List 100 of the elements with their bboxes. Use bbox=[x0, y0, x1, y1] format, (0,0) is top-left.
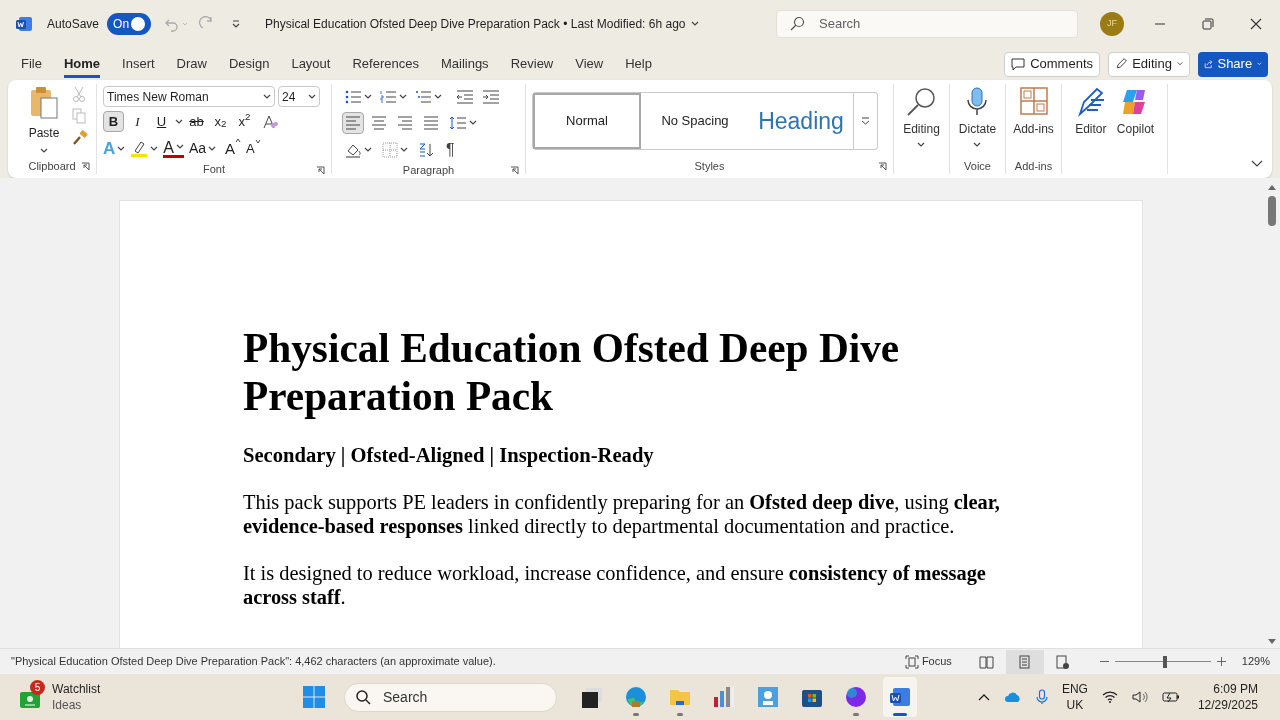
style-item[interactable]: Heading bbox=[749, 93, 853, 149]
chevron-up-icon[interactable] bbox=[977, 693, 990, 701]
caret-up-icon bbox=[235, 137, 242, 143]
more-icon bbox=[861, 117, 870, 125]
group-label: Voice bbox=[964, 158, 991, 174]
ribbon-tab[interactable]: Help bbox=[625, 50, 652, 78]
microphone-icon[interactable] bbox=[1035, 689, 1048, 705]
caret-icon bbox=[1176, 61, 1183, 67]
shrink-font-button[interactable]: A bbox=[246, 139, 261, 159]
chart-widget-icon[interactable] bbox=[20, 690, 40, 708]
word-count-text: "Physical Education Ofsted Deep Dive Preparation Pack": 4,462 characters (an approximate value). bbox=[11, 654, 496, 670]
ribbon-tab[interactable]: References bbox=[352, 50, 419, 78]
addins-button[interactable]: Add-ins bbox=[1010, 86, 1057, 138]
caret-icon bbox=[469, 120, 477, 126]
format-button[interactable]: B bbox=[103, 111, 124, 132]
collapse-ribbon-icon[interactable] bbox=[1251, 160, 1263, 168]
highlight-button[interactable] bbox=[130, 139, 159, 158]
show-formatting-button[interactable]: ¶ bbox=[442, 138, 459, 162]
font-color-button[interactable]: A bbox=[163, 139, 184, 158]
caret-icon bbox=[308, 93, 316, 100]
contact-card-icon bbox=[756, 685, 780, 709]
group-label: Clipboard bbox=[28, 158, 76, 174]
ribbon-tab[interactable]: Design bbox=[228, 50, 270, 78]
ribbon-tab[interactable]: Review bbox=[510, 50, 554, 78]
font-size-field[interactable]: 24 bbox=[278, 86, 320, 107]
language-indicator[interactable]: ENG bbox=[1061, 681, 1088, 697]
align-left-button[interactable] bbox=[342, 112, 364, 134]
caret-icon bbox=[117, 145, 126, 152]
ribbon-tab[interactable]: File bbox=[21, 50, 42, 78]
scroll-up-icon[interactable] bbox=[1268, 184, 1276, 190]
format-button[interactable]: ab bbox=[186, 111, 207, 132]
format-button[interactable]: I bbox=[127, 111, 148, 132]
close-icon[interactable] bbox=[1250, 18, 1262, 30]
ribbon-tab[interactable]: Insert bbox=[122, 50, 155, 78]
clock-date[interactable]: 12/29/2025 bbox=[1197, 697, 1258, 713]
word-app-icon bbox=[888, 685, 912, 709]
notification-badge: 5 bbox=[30, 680, 45, 695]
format-painter-icon[interactable] bbox=[72, 130, 88, 146]
scroll-down-icon[interactable] bbox=[1268, 639, 1276, 645]
bar-chart-icon bbox=[712, 685, 736, 709]
format-button[interactable]: x$_{2}$ bbox=[210, 111, 231, 132]
word-logo-icon[interactable] bbox=[16, 16, 32, 32]
zoom-level[interactable]: 129% bbox=[1241, 653, 1270, 670]
caret-icon bbox=[175, 144, 184, 151]
circle-logo-icon bbox=[844, 685, 868, 709]
copilot-button[interactable]: Copilot bbox=[1113, 86, 1158, 138]
restore-icon[interactable] bbox=[1202, 18, 1214, 30]
caret-icon bbox=[208, 145, 217, 152]
dialog-launcher-icon[interactable] bbox=[316, 165, 325, 175]
share-button[interactable]: Share bbox=[1198, 51, 1268, 77]
search-field[interactable]: Search bbox=[776, 10, 1078, 38]
caret-icon bbox=[263, 93, 271, 100]
dialog-launcher-icon[interactable] bbox=[510, 166, 519, 175]
group-label: Paragraph bbox=[402, 162, 455, 178]
group-label: Add-ins bbox=[1014, 158, 1053, 174]
align-right-icon bbox=[396, 114, 414, 132]
share-icon bbox=[1204, 57, 1213, 71]
browser-icon bbox=[624, 685, 648, 709]
dialog-launcher-icon[interactable] bbox=[878, 162, 887, 171]
ribbon-tab[interactable]: Layout bbox=[291, 50, 331, 78]
clock-time[interactable]: 6:09 PM bbox=[1213, 681, 1258, 697]
ribbon-tab[interactable]: Mailings bbox=[440, 50, 489, 78]
dictate-button[interactable]: Dictate bbox=[955, 86, 1000, 148]
zoom-slider-thumb[interactable] bbox=[1162, 655, 1167, 668]
ribbon-tab[interactable]: View bbox=[575, 50, 604, 78]
taskbar-search-field[interactable]: Search bbox=[344, 682, 557, 712]
editor-button[interactable]: Editor bbox=[1071, 86, 1110, 138]
speaker-icon[interactable] bbox=[1131, 690, 1148, 704]
clear-formatting-icon[interactable] bbox=[261, 113, 279, 130]
zoom-in-icon[interactable] bbox=[1216, 657, 1226, 666]
region-indicator[interactable]: UK bbox=[1066, 697, 1084, 713]
change-case-button[interactable]: Aa bbox=[188, 138, 217, 160]
style-item[interactable]: No Spacing bbox=[641, 93, 749, 149]
align-justify-icon bbox=[422, 114, 440, 132]
scrollbar-thumb[interactable] bbox=[1268, 196, 1276, 226]
taskbar-app-button[interactable] bbox=[883, 677, 917, 717]
focus-icon bbox=[904, 654, 919, 669]
customize-toolbar-icon[interactable] bbox=[231, 19, 242, 29]
paste-button[interactable]: Paste bbox=[26, 86, 62, 154]
battery-icon[interactable] bbox=[1161, 691, 1180, 703]
font-name-field[interactable]: Times New Roman bbox=[103, 86, 275, 107]
format-button[interactable]: x$^{2}$ bbox=[234, 111, 255, 132]
ribbon-tab[interactable]: Draw bbox=[176, 50, 207, 78]
wifi-icon[interactable] bbox=[1101, 690, 1118, 704]
comments-button[interactable]: Comments bbox=[1004, 51, 1100, 77]
grow-font-button[interactable]: A bbox=[225, 137, 242, 160]
autosave-toggle[interactable]: On bbox=[107, 13, 152, 35]
dialog-launcher-icon[interactable] bbox=[81, 162, 90, 171]
comment-icon bbox=[1011, 57, 1026, 71]
editing-button[interactable]: Editing bbox=[900, 86, 943, 148]
caret-icon bbox=[1257, 61, 1262, 67]
windows-start-icon[interactable] bbox=[302, 685, 326, 709]
editing-button[interactable]: Editing bbox=[1108, 51, 1190, 77]
focus-button[interactable]: Focus bbox=[904, 653, 952, 670]
bullets-icon bbox=[345, 89, 362, 105]
caret-icon bbox=[40, 148, 48, 154]
style-item[interactable]: Normal bbox=[533, 93, 641, 149]
format-button[interactable]: U bbox=[151, 111, 172, 132]
document-title[interactable]: Physical Education Ofsted Deep Dive Preparation Pack • Last Modified: 6h ago bbox=[265, 15, 700, 33]
cloud-icon[interactable] bbox=[1003, 691, 1022, 703]
